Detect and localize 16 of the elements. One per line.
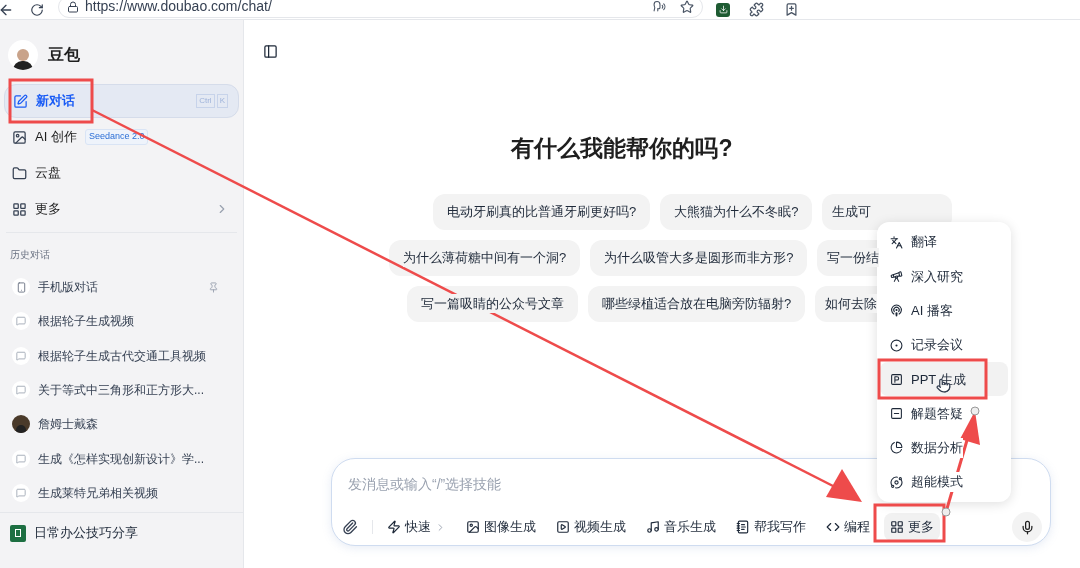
history-title: 关于等式中三角形和正方形大...	[38, 382, 204, 400]
footer-label: 日常办公技巧分享	[34, 524, 138, 543]
history-title: 根据轮子生成视频	[38, 313, 134, 331]
url-text: https://www.doubao.com/chat/	[85, 0, 272, 16]
main-heading: 有什么我能帮你的吗?	[509, 134, 734, 163]
history-title: 生成莱特兄弟相关视频	[38, 484, 158, 502]
nav-label: 云盘	[35, 164, 61, 183]
history-title: 手机版对话	[38, 279, 98, 297]
history-title: 生成《怎样实现创新设计》学...	[38, 450, 204, 468]
app-name: 豆包	[48, 45, 80, 65]
nav-label: AI 创作	[35, 128, 77, 147]
section-title: 历史对话	[10, 248, 51, 262]
history-title: 根据轮子生成古代交通工具视频	[38, 347, 206, 365]
history-title: 詹姆士戴森	[38, 416, 98, 434]
nav-label: 新对话	[36, 92, 75, 111]
nav-label: 更多	[35, 200, 61, 219]
